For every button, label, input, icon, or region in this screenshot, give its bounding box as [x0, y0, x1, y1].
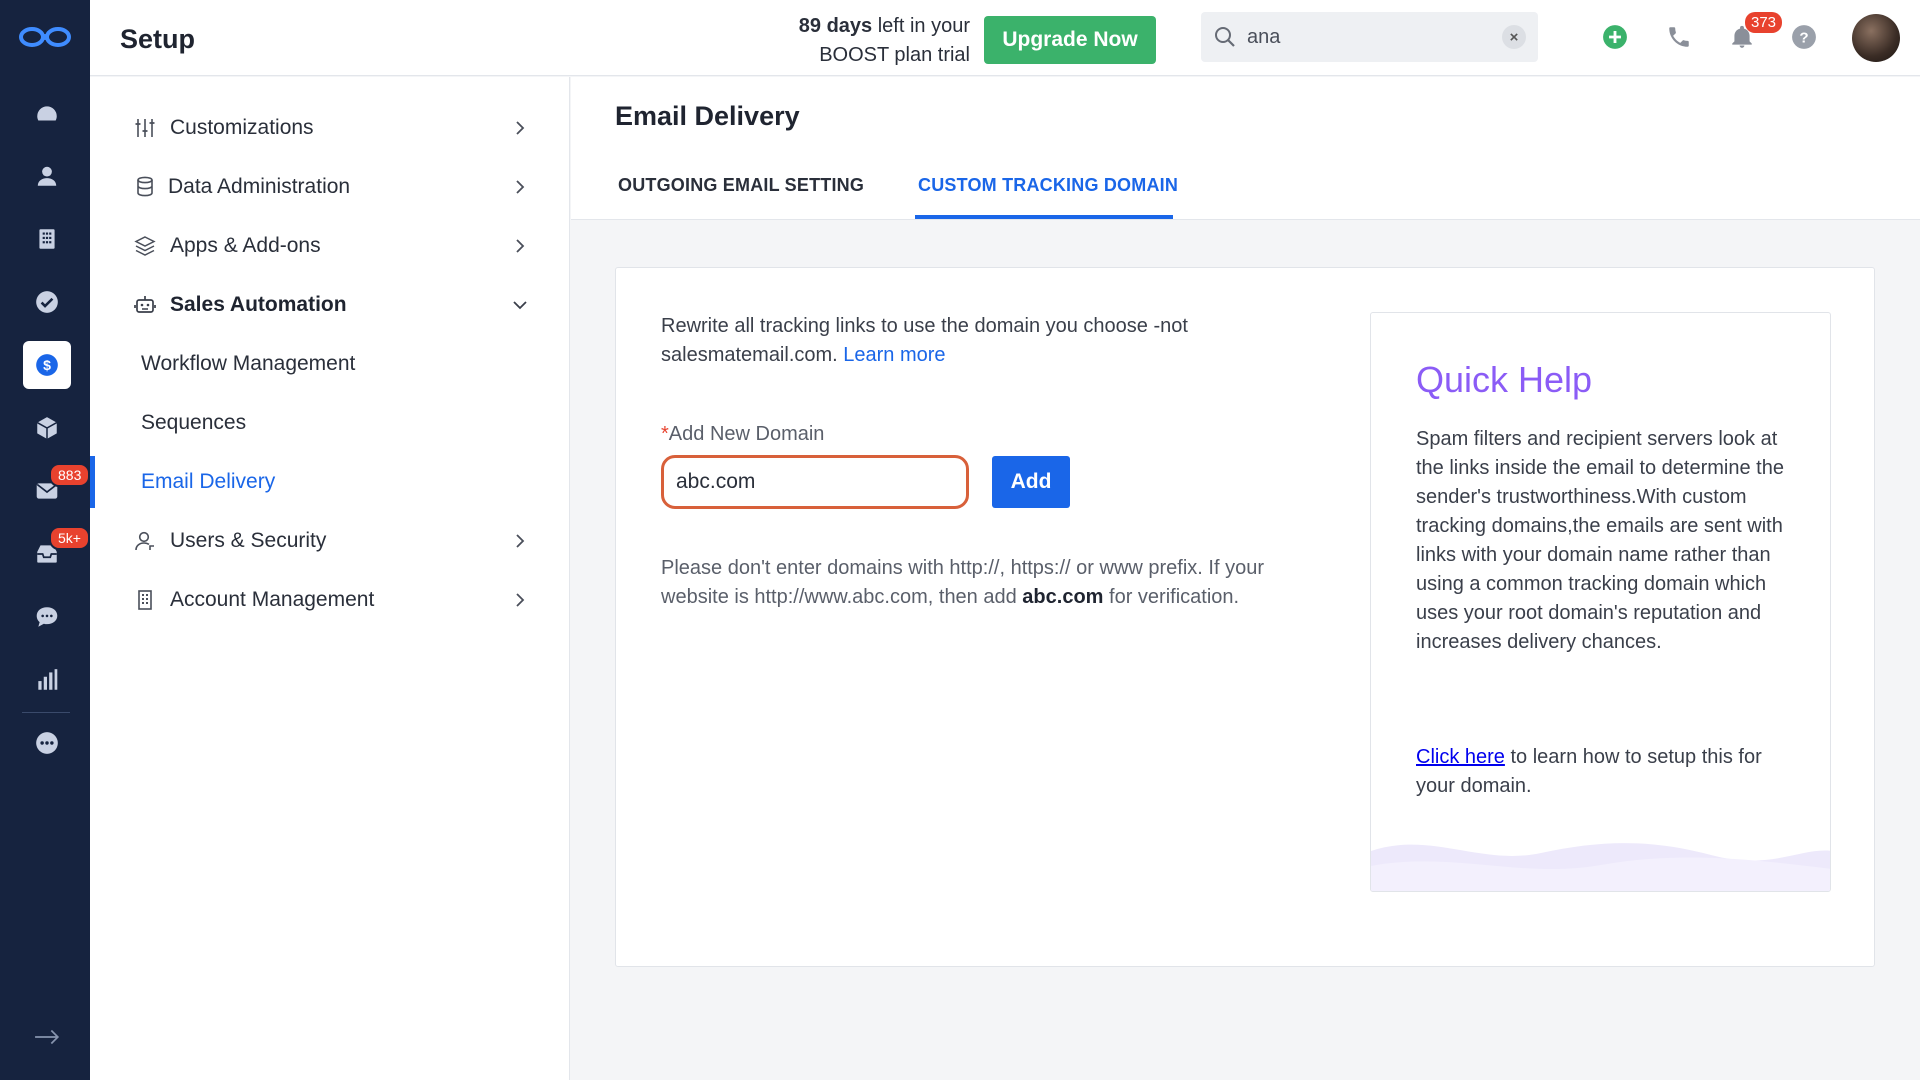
search-input[interactable] — [1247, 22, 1487, 52]
app-rail: $ 883 5k+ — [0, 0, 91, 1080]
arrow-right-icon — [35, 1029, 60, 1045]
user-outline-icon — [132, 528, 158, 554]
hint-suffix: for verification. — [1103, 586, 1240, 608]
sidebar-item-sales-automation[interactable]: Sales Automation — [90, 279, 570, 331]
building-icon — [39, 229, 55, 249]
quick-add-icon[interactable] — [1600, 22, 1630, 52]
check-circle-icon — [36, 291, 58, 313]
sidebar-item-data-administration[interactable]: Data Administration — [90, 161, 570, 213]
trial-text-line1: left in your — [872, 15, 970, 37]
sidebar-item-customizations[interactable]: Customizations — [90, 102, 570, 154]
quick-help-title: Quick Help — [1416, 359, 1593, 400]
rail-tasks[interactable] — [23, 278, 71, 326]
bar-chart-icon — [38, 669, 58, 690]
robot-icon — [132, 292, 158, 318]
speedometer-icon — [37, 106, 57, 121]
sidebar-item-label: Email Delivery — [141, 470, 276, 493]
rail-deals[interactable]: $ — [23, 341, 71, 389]
tracking-domain-card: Rewrite all tracking links to use the do… — [615, 267, 1875, 967]
chevron-down-icon — [513, 301, 527, 310]
help-icon[interactable]: ? — [1789, 22, 1819, 52]
required-mark: * — [661, 423, 669, 445]
trial-text-line2: BOOST plan trial — [819, 44, 970, 66]
user-avatar[interactable] — [1852, 14, 1900, 62]
mail-badge: 883 — [49, 463, 91, 487]
decorative-wave — [1371, 843, 1830, 891]
sidebar-item-label: Users & Security — [170, 529, 327, 552]
section-title: Email Delivery — [615, 101, 800, 131]
sidebar-item-label: Workflow Management — [141, 352, 356, 375]
chevron-right-icon — [516, 239, 525, 253]
click-here-link[interactable]: Click here — [1416, 746, 1505, 768]
description-text: Rewrite all tracking links to use the do… — [661, 312, 1221, 370]
sidebar-item-label: Sales Automation — [170, 293, 347, 316]
rail-dashboard[interactable] — [23, 90, 71, 138]
quick-help-panel: Quick Help Spam filters and recipient se… — [1370, 312, 1831, 892]
sidebar-item-workflow-management[interactable]: Workflow Management — [90, 338, 570, 390]
person-icon — [37, 166, 57, 186]
trial-days: 89 days — [798, 15, 873, 37]
add-domain-button[interactable]: Add — [992, 456, 1070, 508]
rail-more[interactable] — [23, 719, 71, 767]
domain-input[interactable] — [661, 455, 969, 509]
inbox-badge: 5k+ — [49, 526, 90, 550]
rail-products[interactable] — [23, 404, 71, 452]
rail-divider — [22, 712, 70, 713]
sidebar-item-label: Data Administration — [168, 175, 351, 198]
quick-help-link-line: Click here to learn how to setup this fo… — [1416, 743, 1796, 801]
chat-bubble-icon — [36, 607, 58, 627]
settings-sidebar: Customizations Data Administration Apps … — [90, 77, 570, 1080]
add-domain-label: *Add New Domain — [661, 423, 824, 446]
sliders-icon — [132, 115, 158, 141]
rail-email[interactable]: 883 — [23, 463, 91, 515]
chevron-right-icon — [516, 593, 525, 607]
app-logo-icon[interactable] — [18, 22, 72, 52]
domain-hint: Please don't enter domains with http://,… — [661, 554, 1321, 612]
sidebar-item-label: Customizations — [170, 116, 314, 139]
add-domain-label-text: Add New Domain — [668, 423, 825, 445]
page-title: Setup — [120, 24, 196, 54]
sidebar-item-account-management[interactable]: Account Management — [90, 574, 570, 626]
svg-text:?: ? — [1799, 29, 1808, 46]
chevron-right-icon — [516, 121, 525, 135]
quick-help-body: Spam filters and recipient servers look … — [1416, 428, 1784, 653]
clear-search-icon[interactable]: × — [1502, 25, 1526, 49]
learn-more-link[interactable]: Learn more — [843, 344, 945, 366]
sidebar-item-sequences[interactable]: Sequences — [90, 397, 570, 449]
rail-inbox[interactable]: 5k+ — [23, 526, 90, 578]
rail-reports[interactable] — [23, 656, 71, 704]
hint-bold: abc.com — [1022, 586, 1104, 608]
search-icon — [1215, 27, 1235, 47]
sidebar-item-label: Sequences — [141, 411, 247, 434]
svg-text:$: $ — [43, 357, 51, 373]
sidebar-item-email-delivery[interactable]: Email Delivery — [90, 456, 570, 508]
tab-custom-tracking-domain[interactable]: CUSTOM TRACKING DOMAIN — [918, 175, 1178, 196]
tab-outgoing-email-setting[interactable]: OUTGOING EMAIL SETTING — [618, 175, 864, 196]
box-icon — [36, 417, 58, 439]
sidebar-item-label: Account Management — [170, 588, 375, 611]
database-icon — [132, 174, 158, 200]
rail-chat[interactable] — [23, 593, 71, 641]
rail-companies[interactable] — [23, 215, 71, 263]
sidebar-item-label: Apps & Add-ons — [170, 234, 321, 257]
global-search: × — [1201, 12, 1538, 62]
dollar-circle-icon: $ — [36, 354, 58, 376]
active-tab-indicator — [915, 215, 1173, 219]
trial-notice: 89 days left in your BOOST plan trial — [770, 12, 970, 70]
chevron-right-icon — [516, 180, 525, 194]
rail-expand[interactable] — [23, 1013, 71, 1061]
office-building-icon — [132, 587, 158, 613]
phone-icon[interactable] — [1664, 22, 1694, 52]
sidebar-item-users-security[interactable]: Users & Security — [90, 515, 570, 567]
rail-contacts[interactable] — [23, 152, 71, 200]
layers-icon — [132, 233, 158, 259]
upgrade-now-button[interactable]: Upgrade Now — [984, 16, 1156, 64]
top-header: Setup 89 days left in your BOOST plan tr… — [90, 0, 1920, 76]
chevron-right-icon — [516, 534, 525, 548]
notifications-badge: 373 — [1745, 12, 1783, 33]
content-header: Email Delivery OUTGOING EMAIL SETTING CU… — [571, 77, 1920, 220]
sidebar-item-apps-addons[interactable]: Apps & Add-ons — [90, 220, 570, 272]
more-dots-icon — [36, 732, 58, 754]
